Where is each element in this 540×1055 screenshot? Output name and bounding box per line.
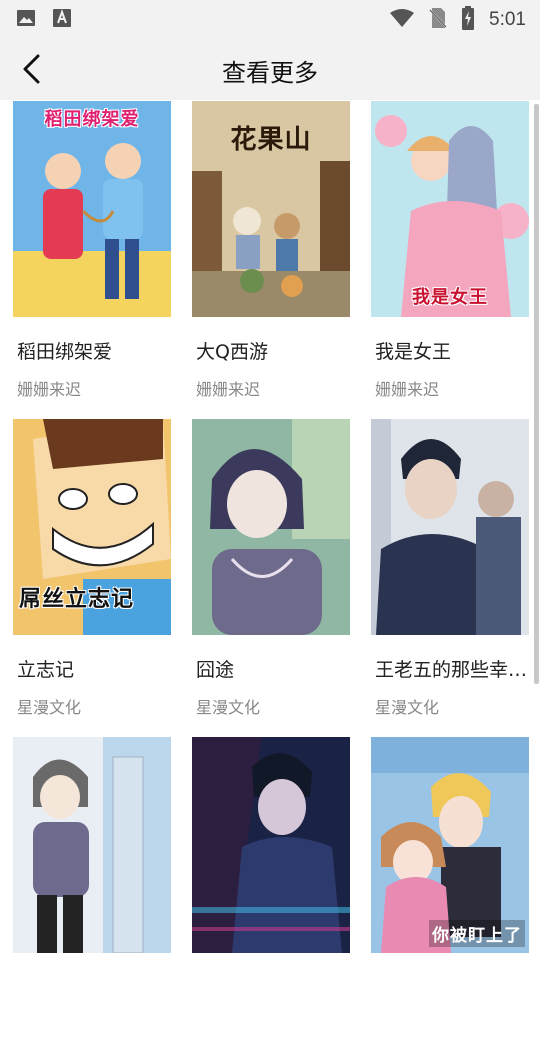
cover-illustration <box>13 737 171 953</box>
comic-card[interactable]: 囧途 星漫文化 <box>192 419 350 737</box>
cover-title: 屌丝立志记 <box>19 587 135 612</box>
cover-title: 花果山 <box>230 125 312 155</box>
scrollbar-thumb[interactable] <box>534 104 539 684</box>
comic-card[interactable]: 稻田绑架爱 稻田绑架爱 姗姗来迟 <box>13 101 171 419</box>
comic-cover[interactable] <box>192 737 350 953</box>
cover-title: 我是女王 <box>412 287 488 308</box>
comic-cover[interactable] <box>371 419 529 635</box>
comic-grid: 稻田绑架爱 稻田绑架爱 姗姗来迟 花果山 大Q西游 姗姗来迟 我是女王 我是女王… <box>13 101 529 1055</box>
image-icon <box>16 8 36 32</box>
comic-cover[interactable]: 我是女王 <box>371 101 529 317</box>
page-title: 查看更多 <box>222 59 318 87</box>
cover-title: 稻田绑架爱 <box>44 109 140 130</box>
comic-title[interactable]: 大Q西游 <box>192 337 352 364</box>
clock-time: 5:01 <box>489 9 526 30</box>
comic-card[interactable]: 花果山 大Q西游 姗姗来迟 <box>192 101 350 419</box>
comic-card[interactable]: 屌丝立志记 立志记 星漫文化 <box>13 419 171 737</box>
comic-title[interactable]: 我是女王 <box>371 337 531 364</box>
comic-card[interactable] <box>192 737 350 1055</box>
comic-card[interactable] <box>13 737 171 1055</box>
cover-title: 你被盯上了 <box>429 920 525 947</box>
comic-cover[interactable]: 你被盯上了 <box>371 737 529 953</box>
comic-author: 星漫文化 <box>196 698 261 717</box>
comic-title[interactable]: 囧途 <box>192 655 352 682</box>
cover-illustration <box>192 737 350 953</box>
comic-card[interactable]: 我是女王 我是女王 姗姗来迟 <box>371 101 529 419</box>
cover-illustration <box>13 101 171 317</box>
comic-card[interactable]: 你被盯上了 <box>371 737 529 1055</box>
battery-charging-icon <box>461 6 475 34</box>
comic-author: 姗姗来迟 <box>17 380 82 399</box>
comic-cover[interactable]: 屌丝立志记 <box>13 419 171 635</box>
comic-title[interactable]: 王老五的那些幸… <box>371 655 531 682</box>
comic-cover[interactable]: 花果山 <box>192 101 350 317</box>
comic-author: 星漫文化 <box>17 698 82 717</box>
cover-illustration <box>371 419 529 635</box>
comic-author: 姗姗来迟 <box>196 380 261 399</box>
comic-author: 姗姗来迟 <box>375 380 440 399</box>
comic-cover[interactable] <box>13 737 171 953</box>
comic-title[interactable]: 立志记 <box>13 655 173 682</box>
wifi-icon <box>389 8 415 32</box>
comic-author: 星漫文化 <box>375 698 440 717</box>
comic-title[interactable]: 稻田绑架爱 <box>13 337 173 364</box>
app-bar: 查看更多 <box>0 36 540 100</box>
status-bar: 5:01 <box>0 0 540 36</box>
font-download-icon <box>52 8 72 32</box>
comic-card[interactable]: 王老五的那些幸… 星漫文化 <box>371 419 529 737</box>
comic-cover[interactable] <box>192 419 350 635</box>
comic-cover[interactable]: 稻田绑架爱 <box>13 101 171 317</box>
no-sim-icon <box>429 7 447 33</box>
cover-illustration <box>192 419 350 635</box>
